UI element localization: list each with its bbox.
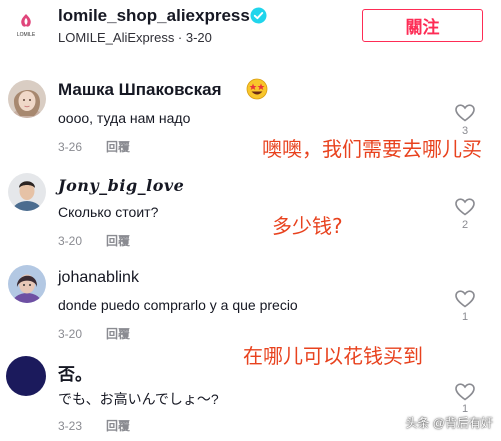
verified-badge-icon <box>250 7 267 24</box>
avatar[interactable] <box>8 173 46 211</box>
follow-button[interactable]: 關注 <box>362 9 483 42</box>
avatar[interactable] <box>6 356 46 396</box>
comment-username[interactable]: 否。 <box>58 360 92 385</box>
heart-outline-icon[interactable] <box>455 104 475 122</box>
avatar[interactable] <box>8 80 46 118</box>
shop-name[interactable]: lomile_shop_aliexpress <box>58 6 250 26</box>
comment-text: donde puedo comprarlo y a que precio <box>58 297 298 313</box>
shop-subtitle: LOMILE_AliExpress · 3-20 <box>58 30 212 45</box>
reply-button[interactable]: 回覆 <box>106 327 130 341</box>
reply-button[interactable]: 回覆 <box>106 419 130 433</box>
like-count: 1 <box>461 311 469 323</box>
heart-outline-icon[interactable] <box>455 383 475 401</box>
comment-text: Сколько стоит? <box>58 204 159 220</box>
comment-username[interactable]: Jony_big_love <box>58 176 184 195</box>
comment-username[interactable]: Машка Шпаковская <box>58 80 222 100</box>
comment-text: でも、お高いんでしょ〜? <box>58 391 219 407</box>
watermark: 头条 @背后有奸 <box>405 416 493 430</box>
heart-outline-icon[interactable] <box>455 198 475 216</box>
comment-date: 3-20 <box>58 234 83 248</box>
like-count: 2 <box>461 219 469 231</box>
comment-date: 3-20 <box>58 327 83 341</box>
logo-text: LOMILE <box>17 32 36 38</box>
star-eyes-emoji-icon <box>246 78 268 100</box>
heart-outline-icon[interactable] <box>455 290 475 308</box>
translation-annotation: 在哪儿可以花钱买到 <box>243 344 423 368</box>
reply-button[interactable]: 回覆 <box>106 140 130 154</box>
comment-username[interactable]: johanablink <box>58 269 139 287</box>
translation-annotation: 多少钱? <box>272 214 343 238</box>
comment-meta: 3-20 回覆 <box>58 232 130 249</box>
comment-date: 3-26 <box>58 140 83 154</box>
shop-logo[interactable]: LOMILE <box>10 8 42 40</box>
reply-button[interactable]: 回覆 <box>106 234 130 248</box>
comment-text: оооо, туда нам надо <box>58 110 191 126</box>
comment-meta: 3-26 回覆 <box>58 138 130 155</box>
comment-meta: 3-20 回覆 <box>58 325 130 342</box>
comment-date: 3-23 <box>58 419 83 433</box>
translation-annotation: 噢噢，我们需要去哪儿买 <box>262 137 482 161</box>
avatar[interactable] <box>8 265 46 303</box>
comment-meta: 3-23 回覆 <box>58 417 130 434</box>
